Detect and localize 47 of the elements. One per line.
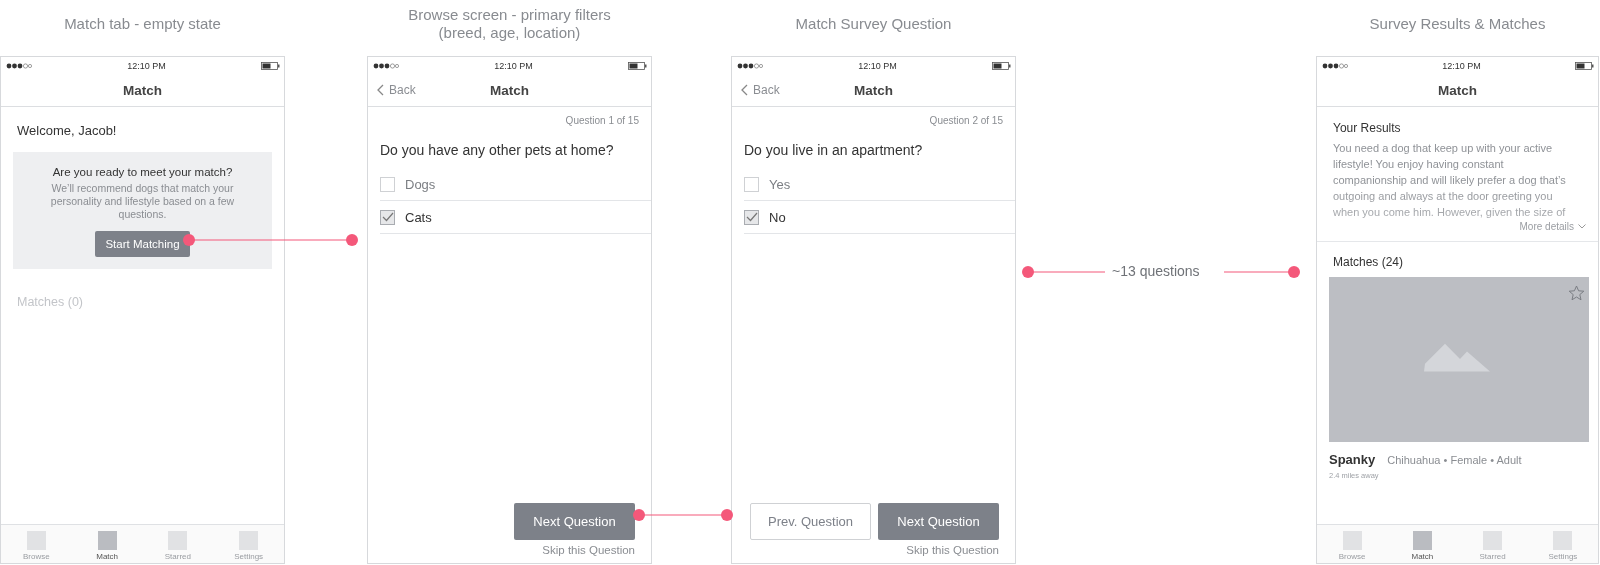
- card-text: We’ll recommend dogs that match your personality and lifestyle based on a few questions.: [49, 182, 236, 221]
- tab[interactable]: Browse: [1, 525, 72, 563]
- dog-details: Chihuahua • Female • Adult: [1387, 454, 1522, 466]
- more-details-link[interactable]: More details: [1519, 221, 1586, 232]
- tab[interactable]: Starred: [142, 525, 214, 563]
- tab[interactable]: Settings: [213, 525, 284, 563]
- question-text: Do you live in an apartment?: [744, 142, 924, 158]
- question-counter: Question 1 of 15: [564, 114, 640, 126]
- status-time: 12:10 PM: [127, 60, 166, 71]
- nav-title: Match: [854, 82, 893, 98]
- dog-name: Spanky: [1329, 452, 1376, 467]
- matches-heading: Matches (0): [17, 295, 84, 309]
- tab[interactable]: Starred: [1457, 525, 1528, 563]
- results-heading: Your Results: [1333, 121, 1402, 135]
- answer-option[interactable]: Dogs: [380, 168, 651, 201]
- nav-title: Match: [123, 82, 162, 98]
- tab[interactable]: Match: [71, 525, 143, 563]
- next-button[interactable]: Next Question: [514, 503, 635, 540]
- skip-link[interactable]: Skip this Question: [542, 544, 635, 556]
- answer-option[interactable]: Cats: [380, 201, 651, 234]
- question-counter: Question 2 of 15: [928, 114, 1004, 126]
- next-button[interactable]: Next Question: [878, 503, 999, 540]
- status-time: 12:10 PM: [494, 60, 533, 71]
- answer-option[interactable]: No: [744, 201, 1015, 234]
- screen-caption: Survey Results & Matches: [1369, 15, 1546, 33]
- back-button[interactable]: Back: [741, 83, 780, 97]
- answer-option[interactable]: Yes: [744, 168, 1015, 201]
- annotation-label: ~13 questions: [1112, 263, 1200, 279]
- back-button[interactable]: Back: [377, 83, 416, 97]
- previous-button[interactable]: Prev. Question: [750, 503, 871, 540]
- nav-title: Match: [490, 82, 529, 98]
- matches-heading: Matches (24): [1333, 255, 1405, 269]
- question-text: Do you have any other pets at home?: [380, 142, 615, 158]
- start-matching-button[interactable]: Start Matching: [95, 231, 190, 257]
- screen-caption: Match tab - empty state: [64, 15, 221, 33]
- nav-title: Match: [1438, 82, 1477, 98]
- screen-caption: Match Survey Question: [795, 15, 952, 33]
- results-text: You need a dog that keep up with your active lifestyle! You enjoy having constant companionship and will likely prefer a dog that’s outgoing and always at the door greeting you when you come him. However, given the size of: [1333, 141, 1567, 220]
- card-heading: Are you ready to meet your match?: [52, 166, 233, 178]
- skip-link[interactable]: Skip this Question: [906, 544, 999, 556]
- greeting: Welcome, Jacob!: [17, 123, 118, 138]
- tab[interactable]: Match: [1387, 525, 1458, 563]
- status-time: 12:10 PM: [858, 60, 897, 71]
- tab[interactable]: Browse: [1317, 525, 1388, 563]
- tab[interactable]: Settings: [1527, 525, 1598, 563]
- status-time: 12:10 PM: [1442, 60, 1481, 71]
- screen-caption: Browse screen - primary filters (breed, age, location): [408, 6, 611, 42]
